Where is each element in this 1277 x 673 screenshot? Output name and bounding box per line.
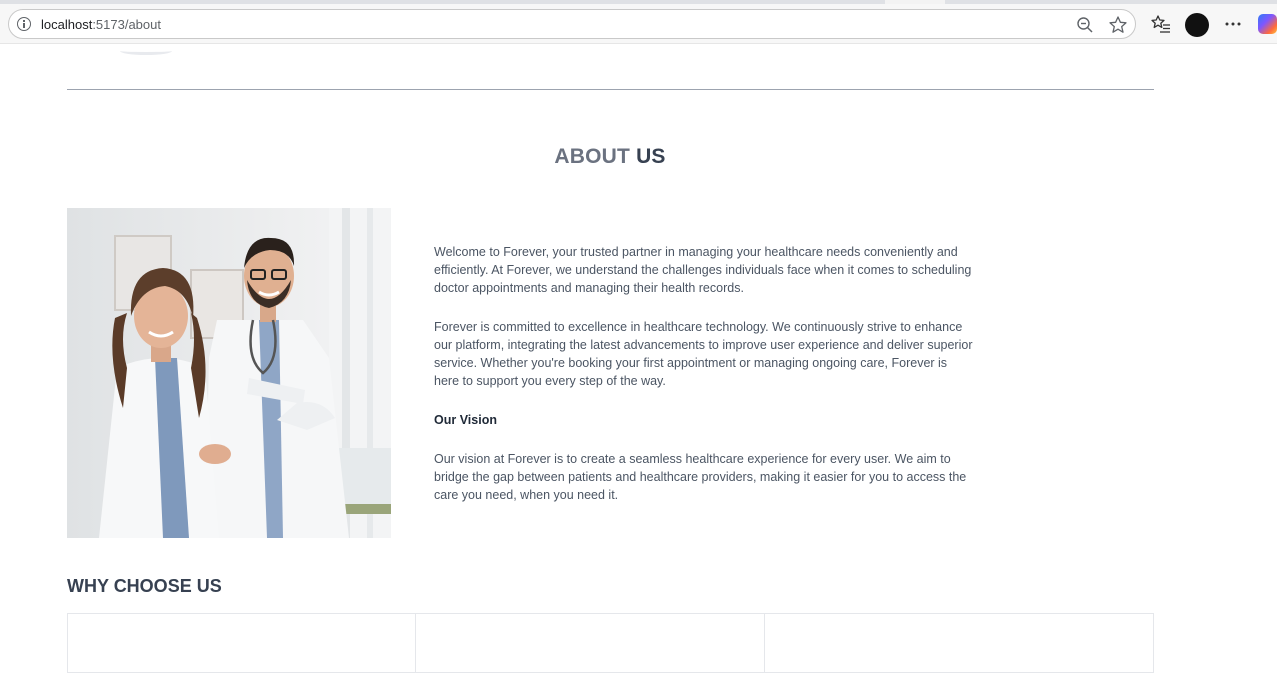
url-text[interactable]: localhost:5173/about: [41, 17, 161, 32]
favorites-list-icon[interactable]: [1150, 13, 1172, 35]
browser-toolbar: localhost:5173/about: [0, 4, 1277, 44]
copilot-icon[interactable]: [1258, 14, 1277, 34]
doctors-photo: [67, 208, 391, 538]
feature-card[interactable]: [67, 613, 416, 673]
about-title-light: ABOUT: [554, 145, 631, 168]
feature-card[interactable]: [765, 613, 1154, 673]
why-title-light: WHY: [67, 576, 109, 596]
feature-card[interactable]: [416, 613, 765, 673]
about-paragraph-1: Welcome to Forever, your trusted partner…: [434, 245, 972, 295]
zoom-out-icon[interactable]: [1075, 15, 1095, 35]
vision-heading: Our Vision: [434, 413, 497, 427]
address-bar[interactable]: localhost:5173/about: [8, 9, 1136, 39]
profile-avatar[interactable]: [1185, 13, 1209, 37]
about-title-bold: US: [636, 145, 666, 168]
why-choose-title: WHY CHOOSE US: [67, 576, 222, 597]
about-title: ABOUT US: [0, 145, 1220, 169]
nav-underline: [120, 47, 172, 55]
info-icon[interactable]: [17, 17, 31, 31]
about-paragraph-2: Forever is committed to excellence in he…: [434, 320, 973, 388]
why-choose-cards: [67, 613, 1154, 673]
header-divider: [67, 89, 1154, 90]
more-icon[interactable]: [1222, 13, 1244, 35]
about-text: Welcome to Forever, your trusted partner…: [434, 243, 974, 525]
why-title-bold: CHOOSE US: [113, 576, 222, 596]
favorite-star-icon[interactable]: [1108, 15, 1128, 35]
vision-paragraph: Our vision at Forever is to create a sea…: [434, 452, 967, 502]
